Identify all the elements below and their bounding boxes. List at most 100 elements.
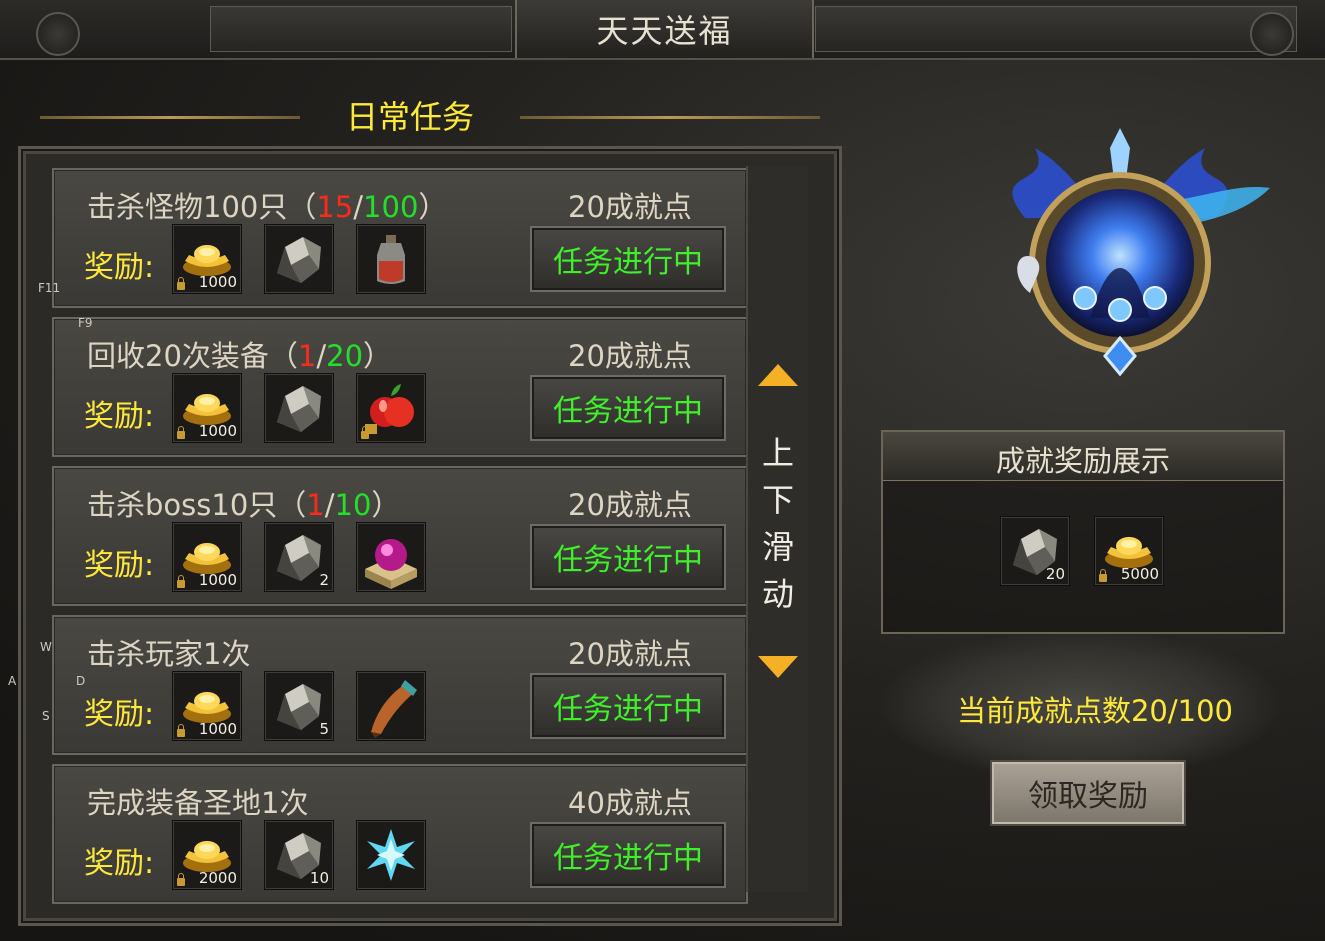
task-progress-separator: / [353, 190, 364, 224]
horn-icon [357, 680, 425, 744]
task-progress-separator: / [316, 339, 327, 373]
task-title: 完成装备圣地1次 [87, 780, 308, 822]
reward-label: 奖励: [84, 846, 155, 881]
task-title-text: 回收20次装备（ [87, 339, 298, 373]
hotkey-f11[interactable]: F11 [38, 281, 60, 295]
task-row: 回收20次装备（1/20） 20成就点 奖励: 1000 任务进行中 [52, 317, 748, 457]
task-title: 回收20次装备（1/20） [87, 333, 392, 375]
hotkey-d[interactable]: D [76, 674, 85, 688]
task-points: 20成就点 [568, 190, 692, 224]
scroll-column[interactable]: 上 下 滑 动 [746, 166, 808, 892]
reward-slot[interactable] [264, 224, 334, 294]
task-title: 击杀boss10只（1/10） [87, 482, 400, 524]
item-count: 1000 [198, 422, 237, 440]
task-progress-total: 20 [326, 339, 364, 373]
title-bar-band-right [815, 6, 1297, 52]
reward-slot[interactable]: 2000 [172, 820, 242, 890]
item-count: 2000 [198, 869, 237, 887]
reward-slot[interactable]: 1000 [172, 671, 242, 741]
item-count: 1000 [198, 720, 237, 738]
daily-blessing-window: { "window": {"title": "天天送福"}, "section"… [0, 0, 1325, 941]
item-count: 20 [1045, 565, 1065, 583]
hotkey-s[interactable]: S [42, 709, 50, 723]
lock-icon [361, 426, 369, 439]
ice-crystal-icon [357, 829, 425, 893]
task-status-button[interactable]: 任务进行中 [530, 375, 726, 441]
scroll-hint-char: 滑 [761, 528, 794, 566]
scroll-hint: 上 下 滑 动 [758, 430, 798, 618]
showcase-reward-slot[interactable]: 5000 [1094, 516, 1164, 586]
window-title: 天天送福 [596, 12, 733, 50]
scroll-up-icon[interactable] [758, 364, 798, 386]
hotkey-f9[interactable]: F9 [78, 316, 93, 330]
item-count: 5000 [1120, 565, 1159, 583]
task-progress-current: 1 [306, 488, 325, 522]
task-points: 40成就点 [568, 786, 692, 820]
lock-icon [177, 724, 185, 737]
lock-icon [177, 575, 185, 588]
reward-slot[interactable] [264, 373, 334, 443]
scroll-hint-char: 动 [761, 575, 794, 613]
reward-slot[interactable] [356, 671, 426, 741]
section-title: 日常任务 [345, 98, 474, 136]
magic-orb-chest-icon [357, 539, 425, 595]
reward-slot[interactable] [356, 373, 426, 443]
task-progress-total: 100 [363, 190, 419, 224]
ornament-left-icon [36, 12, 80, 56]
task-points: 20成就点 [568, 637, 692, 671]
reward-slot[interactable] [356, 820, 426, 890]
showcase-reward-slot[interactable]: 20 [1000, 516, 1070, 586]
task-status-button[interactable]: 任务进行中 [530, 524, 726, 590]
potion-bottle-icon [357, 235, 425, 297]
reward-slot[interactable]: 1000 [172, 224, 242, 294]
task-progress-total: 10 [334, 488, 372, 522]
reward-slot[interactable]: 10 [264, 820, 334, 890]
reward-slot[interactable]: 1000 [172, 522, 242, 592]
task-progress-current: 15 [316, 190, 354, 224]
section-divider-left [40, 116, 300, 119]
claim-reward-button[interactable]: 领取奖励 [990, 760, 1186, 826]
task-title-suffix: ） [371, 488, 401, 522]
hotkey-a[interactable]: A [8, 674, 16, 688]
item-count: 1000 [198, 571, 237, 589]
hotkey-w[interactable]: W [40, 640, 52, 654]
reward-slot[interactable] [356, 224, 426, 294]
showcase-title: 成就奖励展示 [995, 444, 1170, 478]
item-count: 1000 [198, 273, 237, 291]
reward-slot[interactable] [356, 522, 426, 592]
reward-slot[interactable]: 5 [264, 671, 334, 741]
task-status-button[interactable]: 任务进行中 [530, 226, 726, 292]
task-title-text: 击杀怪物100只（ [87, 190, 317, 224]
task-title-suffix: ） [363, 339, 393, 373]
achievement-emblem-icon [1012, 128, 1270, 377]
title-bar: 天天送福 [0, 0, 1325, 60]
reward-slot[interactable]: 2 [264, 522, 334, 592]
task-title-text: 击杀玩家1次 [87, 637, 251, 671]
title-plate: 天天送福 [515, 0, 814, 58]
scroll-hint-char: 上 [761, 434, 794, 472]
reward-label: 奖励: [84, 697, 155, 732]
ore-icon [265, 237, 333, 297]
task-status-button[interactable]: 任务进行中 [530, 822, 726, 888]
reward-slot[interactable]: 1000 [172, 373, 242, 443]
item-count: 10 [309, 869, 329, 887]
task-row: 击杀boss10只（1/10） 20成就点 奖励: 1000 2 任务进行中 [52, 466, 748, 606]
lock-icon [177, 426, 185, 439]
task-row: 击杀玩家1次 20成就点 奖励: 1000 5 任务进行中 [52, 615, 748, 755]
item-count: 5 [319, 720, 329, 738]
scroll-down-icon[interactable] [758, 656, 798, 678]
task-row: 击杀怪物100只（15/100） 20成就点 奖励: 1000 任务进行中 [52, 168, 748, 308]
title-bar-band-left [210, 6, 512, 52]
achievement-points: 当前成就点数20/100 [956, 694, 1234, 728]
task-progress-separator: / [324, 488, 335, 522]
showcase-header: 成就奖励展示 [883, 432, 1283, 481]
section-divider-right [520, 116, 820, 119]
task-points: 20成就点 [568, 339, 692, 373]
task-status-button[interactable]: 任务进行中 [530, 673, 726, 739]
lock-icon [1099, 569, 1107, 582]
ornament-right-icon [1250, 12, 1294, 56]
task-title: 击杀怪物100只（15/100） [87, 184, 447, 226]
task-points: 20成就点 [568, 488, 692, 522]
item-count: 2 [319, 571, 329, 589]
task-title-suffix: ） [418, 190, 448, 224]
